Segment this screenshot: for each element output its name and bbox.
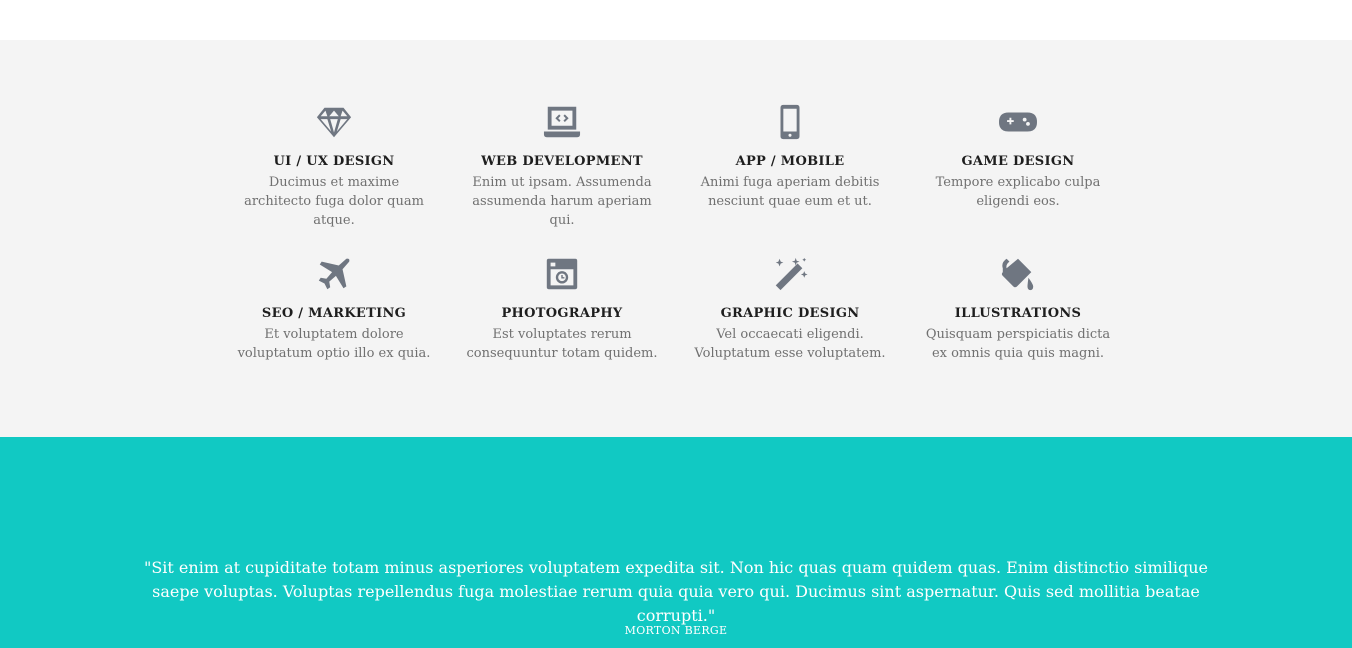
camera-icon [542,254,582,294]
service-description: Et voluptatem dolore voluptatum optio il… [237,327,431,361]
laptop-code-icon [542,102,582,142]
service-title: SEO / MARKETING [261,306,407,321]
service-item: ILLUSTRATIONS Quisquam perspiciatis dict… [904,252,1132,382]
services-grid: UI / UX DESIGN Ducimus et maxime archite… [220,100,1132,382]
service-item: APP / MOBILE Animi fuga aperiam debitis … [676,100,904,230]
service-description: Vel occaecati eligendi. Voluptatum esse … [694,327,886,361]
testimonial-section: "Sit enim at cupiditate totam minus aspe… [0,437,1352,648]
diamond-icon [314,102,354,142]
service-description: Est voluptates rerum consequuntur totam … [466,327,658,361]
service-item: PHOTOGRAPHY Est voluptates rerum consequ… [448,252,676,382]
service-title: GRAPHIC DESIGN [720,306,860,321]
service-item: SEO / MARKETING Et voluptatem dolore vol… [220,252,448,382]
testimonial-quote: "Sit enim at cupiditate totam minus aspe… [143,558,1209,625]
services-section: UI / UX DESIGN Ducimus et maxime archite… [0,40,1352,437]
magic-wand-icon [770,254,810,294]
service-title: GAME DESIGN [961,154,1075,169]
service-description: Animi fuga aperiam debitis nesciunt quae… [700,175,880,209]
service-item: UI / UX DESIGN Ducimus et maxime archite… [220,100,448,230]
testimonial-author: MORTON BERGE [624,624,728,637]
paint-bucket-icon [998,254,1038,294]
service-title: ILLUSTRATIONS [954,306,1082,321]
service-description: Tempore explicabo culpa eligendi eos. [935,175,1101,209]
service-title: PHOTOGRAPHY [501,306,623,321]
service-item: WEB DEVELOPMENT Enim ut ipsam. Assumenda… [448,100,676,230]
mobile-phone-icon [770,102,810,142]
airplane-icon [314,254,354,294]
top-strip [0,0,1352,40]
service-item: GRAPHIC DESIGN Vel occaecati eligendi. V… [676,252,904,382]
service-description: Ducimus et maxime architecto fuga dolor … [244,175,424,228]
service-description: Quisquam perspiciatis dicta ex omnis qui… [925,327,1111,361]
service-item: GAME DESIGN Tempore explicabo culpa elig… [904,100,1132,230]
service-title: WEB DEVELOPMENT [481,154,643,169]
service-title: UI / UX DESIGN [273,154,395,169]
service-title: APP / MOBILE [735,154,845,169]
service-description: Enim ut ipsam. Assumenda assumenda harum… [472,175,652,228]
gamepad-icon [998,102,1038,142]
